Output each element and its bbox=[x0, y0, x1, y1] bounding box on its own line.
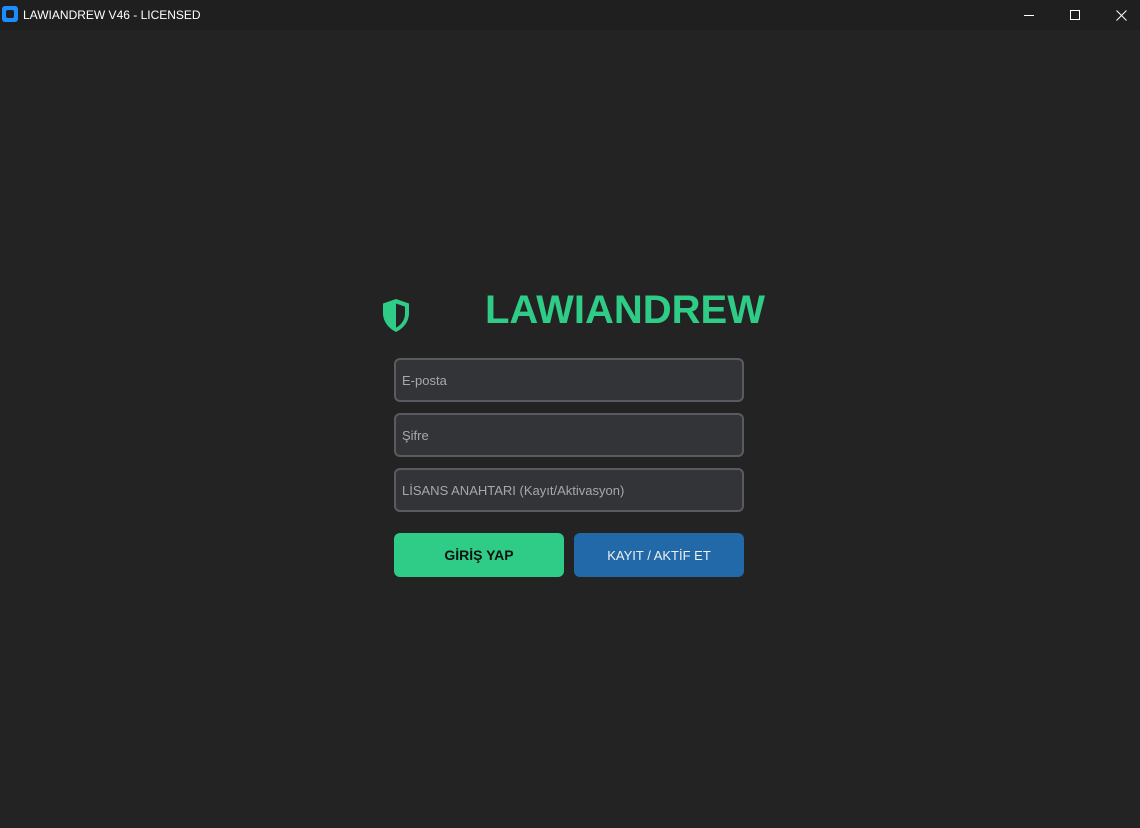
password-input[interactable] bbox=[394, 413, 744, 457]
login-button[interactable]: GİRİŞ YAP bbox=[394, 533, 564, 577]
maximize-icon bbox=[1069, 9, 1080, 20]
minimize-button[interactable] bbox=[1006, 0, 1052, 30]
email-input[interactable] bbox=[394, 358, 744, 402]
maximize-button[interactable] bbox=[1052, 0, 1098, 30]
title-bar: LAWIANDREW V46 - LICENSED bbox=[0, 0, 1140, 30]
brand-title: LAWIANDREW bbox=[485, 288, 765, 332]
close-button[interactable] bbox=[1098, 0, 1140, 30]
register-activate-button[interactable]: KAYIT / AKTİF ET bbox=[574, 533, 744, 577]
license-key-input[interactable] bbox=[394, 468, 744, 512]
app-icon bbox=[2, 6, 18, 22]
minimize-icon bbox=[1023, 14, 1034, 16]
window-title: LAWIANDREW V46 - LICENSED bbox=[23, 8, 201, 22]
shield-icon bbox=[383, 299, 409, 332]
close-icon bbox=[1115, 9, 1127, 21]
